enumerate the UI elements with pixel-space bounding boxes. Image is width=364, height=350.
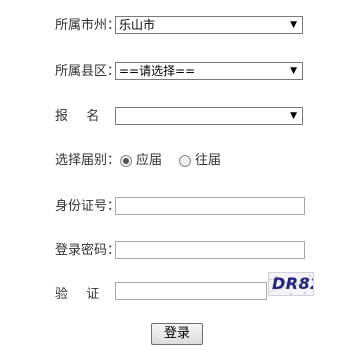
login-button[interactable]: 登录 [151, 323, 203, 345]
site-select[interactable]: ▼ [115, 107, 303, 125]
session-option-current[interactable]: 应届 [120, 153, 162, 169]
session-option-current-label: 应届 [136, 153, 163, 168]
session-label: 选择届别： [55, 153, 121, 168]
site-label: 报 名 点： [55, 109, 159, 124]
chevron-down-icon: ▼ [290, 111, 297, 121]
chevron-down-icon: ▼ [290, 66, 297, 76]
county-select[interactable]: ==请选择== ▼ [115, 62, 303, 80]
city-select-value: 乐山市 [119, 18, 156, 32]
city-label: 所属市州： [55, 18, 121, 33]
password-input[interactable] [115, 241, 305, 259]
city-select[interactable]: 乐山市 ▼ [115, 16, 303, 34]
id-number-label: 身份证号： [55, 199, 121, 214]
id-number-input[interactable] [115, 197, 305, 215]
session-option-previous[interactable]: 往届 [179, 153, 221, 169]
session-option-previous-label: 往届 [195, 153, 222, 168]
radio-unchecked-icon[interactable] [179, 155, 191, 167]
captcha-image-text: DR82 [272, 274, 313, 293]
captcha-image[interactable]: DR82 [268, 272, 314, 296]
county-select-value: ==请选择== [119, 64, 196, 78]
chevron-down-icon: ▼ [290, 20, 297, 30]
county-label: 所属县区： [55, 64, 121, 79]
password-label: 登录密码： [55, 243, 121, 258]
captcha-input[interactable] [115, 282, 267, 300]
captcha-label: 验 证 码： [55, 287, 159, 302]
radio-checked-icon[interactable] [120, 155, 132, 167]
